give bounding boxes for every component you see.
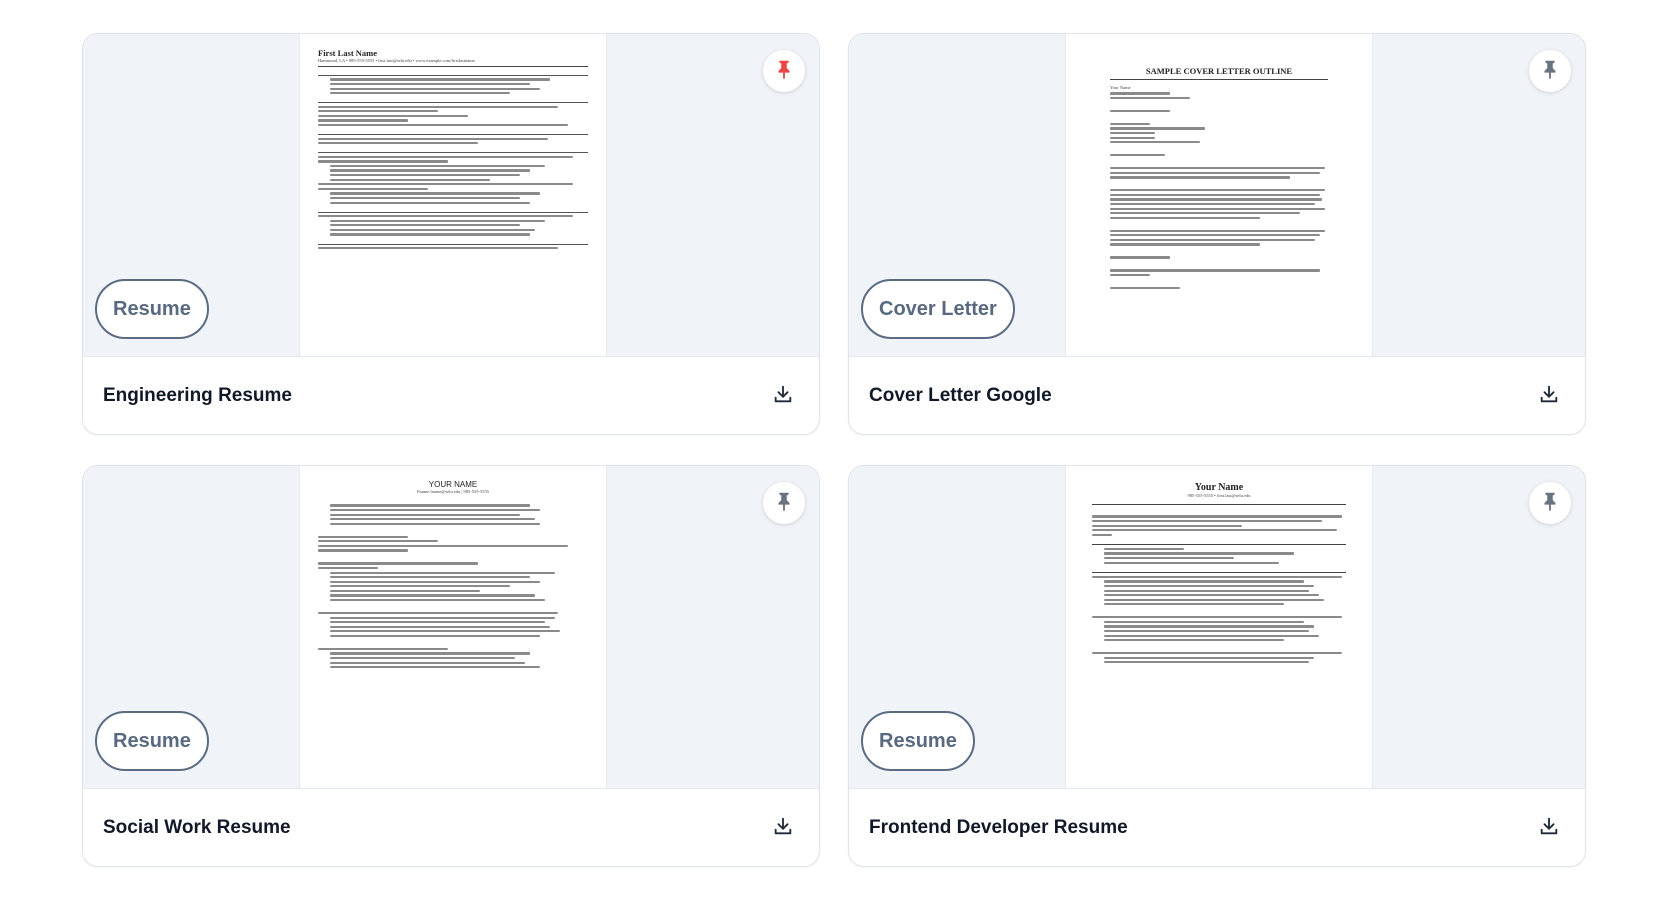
download-icon [772, 815, 794, 842]
card-title[interactable]: Frontend Developer Resume [869, 817, 1128, 839]
document-thumbnail: First Last Name Hammond, LA • 985-555-55… [299, 34, 607, 356]
preview-subline: 985-555-5555 • first.last@selu.edu [1187, 493, 1251, 498]
card-title[interactable]: Social Work Resume [103, 817, 291, 839]
pushpin-icon [773, 490, 795, 517]
download-icon [1538, 815, 1560, 842]
pin-button[interactable] [763, 482, 805, 524]
template-card[interactable]: YOUR NAME Fname.lname@selu.edu | 985-555… [82, 465, 820, 867]
document-thumbnail: SAMPLE COVER LETTER OUTLINE Your Name [1065, 34, 1373, 356]
pin-button[interactable] [1529, 482, 1571, 524]
template-card[interactable]: SAMPLE COVER LETTER OUTLINE Your Name Co… [848, 33, 1586, 435]
preview-heading: SAMPLE COVER LETTER OUTLINE [1145, 66, 1293, 76]
template-grid: First Last Name Hammond, LA • 985-555-55… [0, 0, 1656, 900]
preview-heading: Your Name [1194, 482, 1244, 493]
download-button[interactable] [769, 382, 797, 410]
document-preview[interactable]: Your Name 985-555-5555 • first.last@selu… [849, 466, 1585, 789]
pin-button[interactable] [1529, 50, 1571, 92]
card-title[interactable]: Cover Letter Google [869, 385, 1052, 407]
download-icon [772, 383, 794, 410]
preview-subline: Fname.lname@selu.edu | 985-555-5555 [416, 489, 490, 494]
download-button[interactable] [1535, 382, 1563, 410]
preview-heading: YOUR NAME [428, 480, 478, 489]
document-preview[interactable]: YOUR NAME Fname.lname@selu.edu | 985-555… [83, 466, 819, 789]
template-card[interactable]: First Last Name Hammond, LA • 985-555-55… [82, 33, 820, 435]
category-tag: Resume [861, 711, 975, 771]
download-icon [1538, 383, 1560, 410]
template-card[interactable]: Your Name 985-555-5555 • first.last@selu… [848, 465, 1586, 867]
preview-subline: Hammond, LA • 985-555-5555 • first.last@… [318, 58, 475, 63]
document-thumbnail: Your Name 985-555-5555 • first.last@selu… [1065, 466, 1373, 788]
pushpin-icon [1539, 490, 1561, 517]
document-preview[interactable]: First Last Name Hammond, LA • 985-555-55… [83, 34, 819, 357]
pushpin-icon [1539, 58, 1561, 85]
pin-button[interactable] [763, 50, 805, 92]
category-tag: Cover Letter [861, 279, 1015, 339]
preview-heading: First Last Name [318, 48, 378, 58]
download-button[interactable] [1535, 814, 1563, 842]
category-tag: Resume [95, 711, 209, 771]
category-tag: Resume [95, 279, 209, 339]
document-thumbnail: YOUR NAME Fname.lname@selu.edu | 985-555… [299, 466, 607, 788]
preview-subline: Your Name [1110, 85, 1131, 90]
card-title[interactable]: Engineering Resume [103, 385, 292, 407]
pushpin-icon [773, 58, 795, 85]
download-button[interactable] [769, 814, 797, 842]
document-preview[interactable]: SAMPLE COVER LETTER OUTLINE Your Name Co… [849, 34, 1585, 357]
